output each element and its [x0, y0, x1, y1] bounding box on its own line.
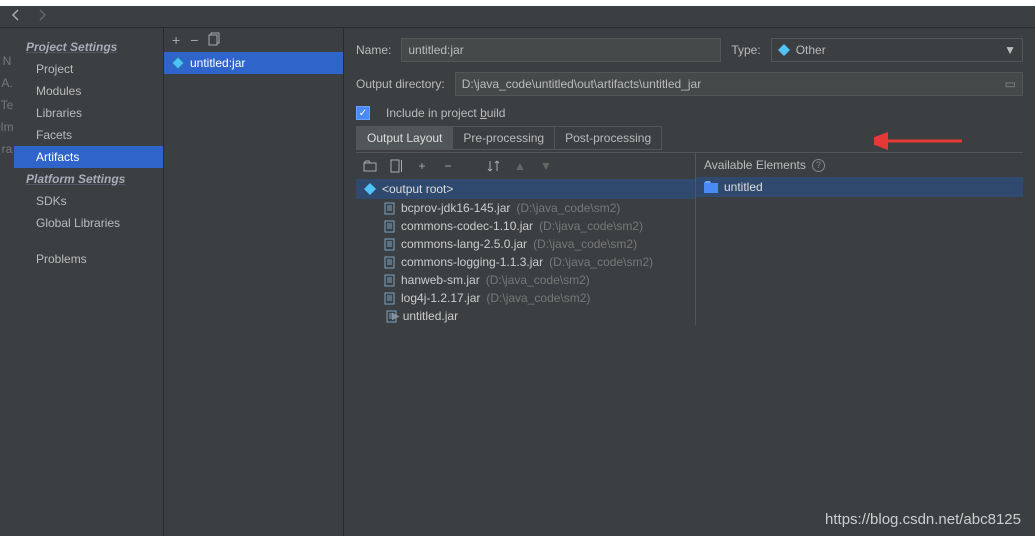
layout-tabs: Output Layout Pre-processing Post-proces…	[356, 126, 662, 150]
copy-icon[interactable]	[208, 32, 222, 49]
output-dir-value: D:\java_code\untitled\out\artifacts\unti…	[462, 77, 701, 91]
browse-icon[interactable]: ▭	[1005, 77, 1016, 91]
available-module[interactable]: untitled	[696, 177, 1023, 197]
name-input[interactable]	[401, 38, 721, 62]
jar-icon	[384, 256, 395, 269]
chevron-down-icon: ▼	[1004, 43, 1016, 57]
tree-item[interactable]: commons-lang-2.5.0.jar (D:\java_code\sm2…	[356, 235, 695, 253]
sidebar-item-sdks[interactable]: SDKs	[14, 190, 163, 212]
up-icon[interactable]: ▲	[512, 158, 528, 174]
jar-icon	[384, 202, 395, 215]
tree-item[interactable]: ▶untitled.jar	[356, 307, 695, 325]
new-folder-icon[interactable]	[362, 158, 378, 174]
remove-icon[interactable]: −	[190, 32, 198, 48]
output-dir-input[interactable]: D:\java_code\untitled\out\artifacts\unti…	[455, 72, 1023, 96]
sidebar-item-global-libraries[interactable]: Global Libraries	[14, 212, 163, 234]
sort-icon[interactable]	[486, 158, 502, 174]
output-dir-label: Output directory:	[356, 77, 445, 91]
artifact-icon	[364, 183, 376, 195]
output-root[interactable]: <output root>	[356, 179, 695, 199]
help-icon[interactable]: ?	[812, 159, 825, 172]
project-settings-heading: Project Settings	[14, 36, 163, 58]
tool-window-bar: NA.TeImra	[0, 28, 14, 536]
include-build-label: Include in project build	[386, 106, 505, 120]
annotation-arrow	[874, 132, 964, 150]
module-icon	[704, 181, 718, 193]
artifact-icon	[778, 44, 790, 56]
artifact-list: + − untitled:jar	[164, 28, 344, 536]
available-elements-pane: Available Elements ? untitled	[696, 153, 1023, 325]
sidebar-item-project[interactable]: Project	[14, 58, 163, 80]
jar-icon	[384, 274, 395, 287]
add-icon[interactable]: +	[414, 158, 430, 174]
tree-item[interactable]: hanweb-sm.jar (D:\java_code\sm2)	[356, 271, 695, 289]
tree-item[interactable]: bcprov-jdk16-145.jar (D:\java_code\sm2)	[356, 199, 695, 217]
jar-icon	[384, 220, 395, 233]
forward-icon[interactable]	[36, 9, 48, 24]
add-icon[interactable]: +	[172, 32, 180, 48]
tree-item[interactable]: commons-codec-1.10.jar (D:\java_code\sm2…	[356, 217, 695, 235]
tab-pre-processing[interactable]: Pre-processing	[453, 127, 555, 149]
sidebar-item-artifacts[interactable]: Artifacts	[14, 146, 163, 168]
available-elements-label: Available Elements	[704, 158, 806, 172]
sidebar-item-facets[interactable]: Facets	[14, 124, 163, 146]
watermark: https://blog.csdn.net/abc8125	[825, 511, 1021, 528]
new-file-icon[interactable]	[388, 158, 404, 174]
sidebar-item-libraries[interactable]: Libraries	[14, 102, 163, 124]
tree-item[interactable]: commons-logging-1.1.3.jar (D:\java_code\…	[356, 253, 695, 271]
output-layout-pane: + − ▲ ▼ <output root> bcprov-jdk16-145.j…	[356, 153, 696, 325]
back-icon[interactable]	[10, 9, 22, 24]
remove-icon[interactable]: −	[440, 158, 456, 174]
artifact-item[interactable]: untitled:jar	[164, 52, 343, 74]
sidebar-item-problems[interactable]: Problems	[14, 248, 163, 270]
settings-sidebar: Project Settings Project Modules Librari…	[14, 28, 164, 536]
sidebar-item-modules[interactable]: Modules	[14, 80, 163, 102]
type-value: Other	[796, 43, 826, 57]
tree-item[interactable]: log4j-1.2.17.jar (D:\java_code\sm2)	[356, 289, 695, 307]
artifact-icon	[172, 57, 184, 69]
artifact-editor: Name: Type: Other ▼ Output directory: D:…	[344, 28, 1035, 536]
type-label: Type:	[731, 43, 760, 57]
name-label: Name:	[356, 43, 391, 57]
artifact-label: untitled:jar	[190, 56, 245, 70]
include-build-checkbox[interactable]: ✓	[356, 106, 370, 120]
down-icon[interactable]: ▼	[538, 158, 554, 174]
jar-icon	[384, 238, 395, 251]
platform-settings-heading: Platform Settings	[14, 168, 163, 190]
tab-output-layout[interactable]: Output Layout	[357, 127, 453, 149]
jar-icon	[384, 292, 395, 305]
nav-bar	[0, 6, 1035, 28]
jar-icon	[386, 310, 397, 323]
type-dropdown[interactable]: Other ▼	[771, 38, 1023, 62]
tab-post-processing[interactable]: Post-processing	[555, 127, 661, 149]
